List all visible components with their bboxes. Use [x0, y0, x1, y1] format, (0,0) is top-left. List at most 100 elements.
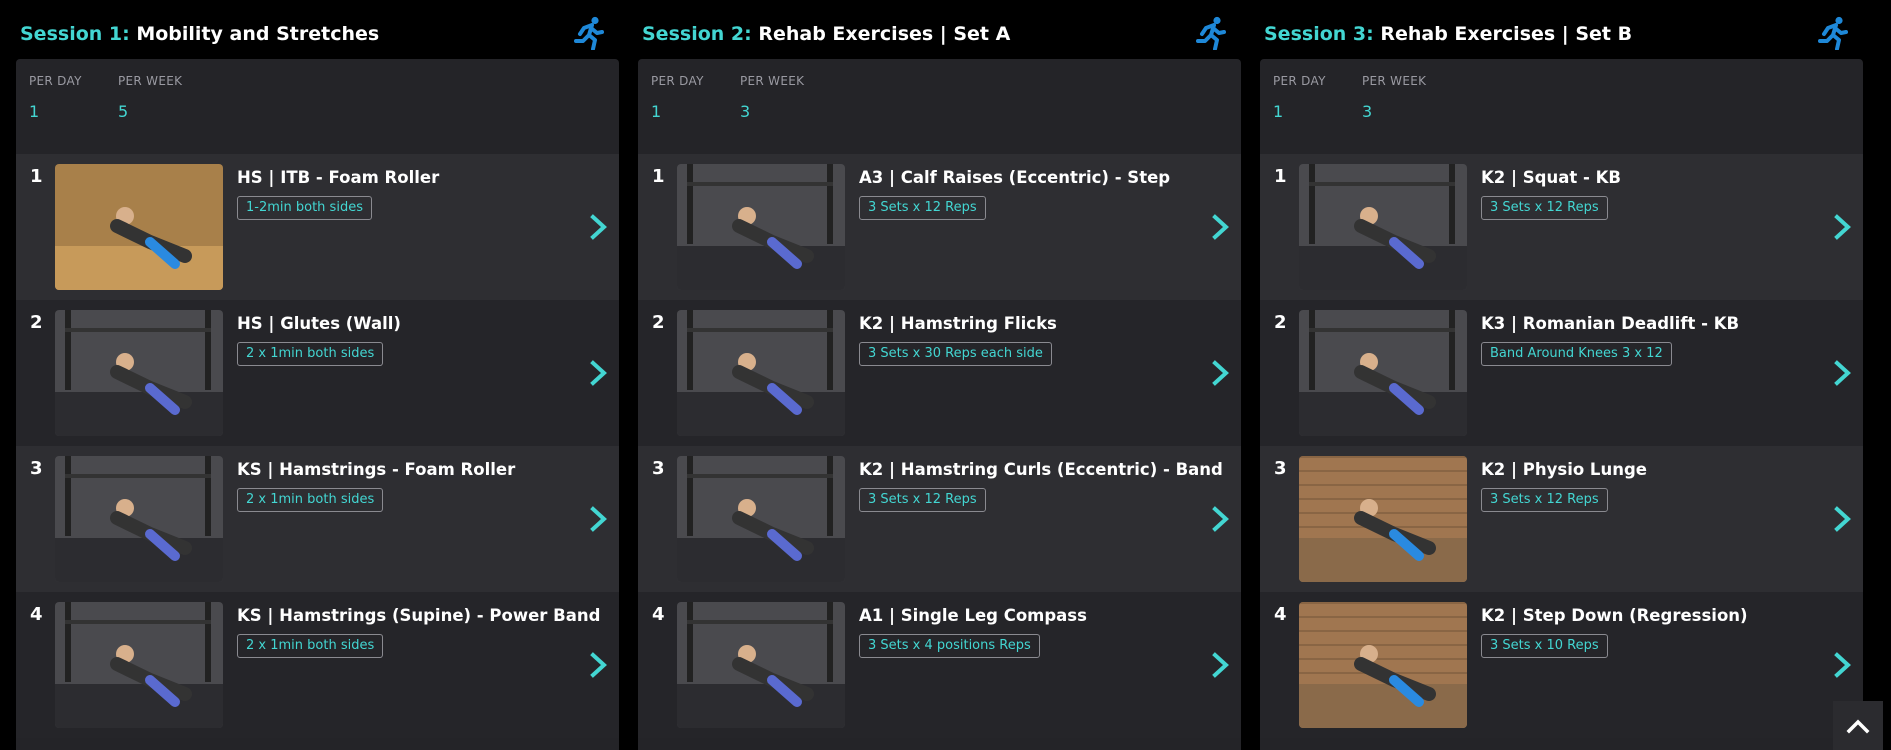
- exercise-thumbnail[interactable]: [677, 602, 845, 728]
- per-day-label: PER DAY: [29, 74, 82, 88]
- chevron-right-icon[interactable]: [1209, 212, 1233, 242]
- session-panel: PER DAY 1 PER WEEK 3 1 K2 | Squat - KB 3…: [1260, 59, 1863, 750]
- session-number: Session 1:: [20, 23, 130, 45]
- exercise-prescription-badge: 3 Sets x 30 Reps each side: [859, 342, 1052, 366]
- exercise-item[interactable]: 4 A1 | Single Leg Compass 3 Sets x 4 pos…: [638, 592, 1241, 738]
- per-week-label: PER WEEK: [740, 74, 805, 88]
- exercise-prescription-badge: 3 Sets x 12 Reps: [1481, 488, 1608, 512]
- exercise-name[interactable]: HS | Glutes (Wall): [237, 314, 401, 333]
- frequency-section: PER DAY 1 PER WEEK 3: [1260, 59, 1863, 154]
- chevron-right-icon[interactable]: [1831, 504, 1855, 534]
- exercise-thumbnail[interactable]: [1299, 310, 1467, 436]
- exercise-item[interactable]: 3 K2 | Physio Lunge 3 Sets x 12 Reps: [1260, 446, 1863, 592]
- exercise-index: 2: [30, 312, 43, 333]
- exercise-item[interactable]: 4 K2 | Step Down (Regression) 3 Sets x 1…: [1260, 592, 1863, 738]
- per-day-label: PER DAY: [1273, 74, 1326, 88]
- exercise-prescription-badge: 3 Sets x 12 Reps: [1481, 196, 1608, 220]
- session-panel: PER DAY 1 PER WEEK 5 1 HS | ITB - Foam R…: [16, 59, 619, 750]
- per-day-value: 1: [1273, 102, 1284, 121]
- session-header: Session 2: Rehab Exercises | Set A: [638, 0, 1241, 59]
- chevron-right-icon[interactable]: [587, 212, 611, 242]
- exercise-name[interactable]: K2 | Physio Lunge: [1481, 460, 1647, 479]
- session-header: Session 1: Mobility and Stretches: [16, 0, 619, 59]
- exercise-prescription-badge: 3 Sets x 12 Reps: [859, 196, 986, 220]
- chevron-right-icon[interactable]: [587, 504, 611, 534]
- per-week-value: 5: [118, 102, 129, 121]
- exercise-item[interactable]: 1 HS | ITB - Foam Roller 1-2min both sid…: [16, 154, 619, 300]
- exercise-thumbnail[interactable]: [677, 456, 845, 582]
- exercise-thumbnail[interactable]: [677, 164, 845, 290]
- exercise-name[interactable]: K3 | Romanian Deadlift - KB: [1481, 314, 1739, 333]
- exercise-name[interactable]: K2 | Squat - KB: [1481, 168, 1621, 187]
- session-title: Session 2: Rehab Exercises | Set A: [642, 22, 1010, 46]
- exercise-index: 4: [30, 604, 43, 625]
- chevron-right-icon[interactable]: [1831, 358, 1855, 388]
- exercise-item[interactable]: 2 K3 | Romanian Deadlift - KB Band Aroun…: [1260, 300, 1863, 446]
- exercise-index: 2: [652, 312, 665, 333]
- session-3: Session 3: Rehab Exercises | Set B PER D…: [1260, 0, 1863, 750]
- exercise-index: 1: [652, 166, 665, 187]
- per-day: PER DAY 1: [651, 74, 704, 121]
- per-day: PER DAY 1: [29, 74, 82, 121]
- chevron-right-icon[interactable]: [1209, 650, 1233, 680]
- sessions-container: Session 1: Mobility and Stretches PER DA…: [0, 0, 1891, 750]
- exercise-name[interactable]: KS | Hamstrings (Supine) - Power Band: [237, 606, 600, 625]
- exercise-prescription-badge: 1-2min both sides: [237, 196, 372, 220]
- exercise-thumbnail[interactable]: [1299, 602, 1467, 728]
- session-name: Mobility and Stretches: [136, 23, 380, 45]
- exercise-name[interactable]: K2 | Hamstring Flicks: [859, 314, 1057, 333]
- exercise-name[interactable]: KS | Hamstrings - Foam Roller: [237, 460, 515, 479]
- chevron-right-icon[interactable]: [587, 358, 611, 388]
- exercise-prescription-badge: 3 Sets x 12 Reps: [859, 488, 986, 512]
- exercise-name[interactable]: A1 | Single Leg Compass: [859, 606, 1087, 625]
- running-person-icon: [1818, 16, 1848, 50]
- session-header: Session 3: Rehab Exercises | Set B: [1260, 0, 1863, 59]
- chevron-right-icon[interactable]: [1209, 504, 1233, 534]
- exercise-item[interactable]: 2 HS | Glutes (Wall) 2 x 1min both sides: [16, 300, 619, 446]
- exercise-name[interactable]: K2 | Step Down (Regression): [1481, 606, 1748, 625]
- exercise-thumbnail[interactable]: [55, 164, 223, 290]
- exercise-thumbnail[interactable]: [677, 310, 845, 436]
- exercise-item[interactable]: 3 K2 | Hamstring Curls (Eccentric) - Ban…: [638, 446, 1241, 592]
- exercise-thumbnail[interactable]: [1299, 456, 1467, 582]
- session-title: Session 3: Rehab Exercises | Set B: [1264, 22, 1632, 46]
- exercise-index: 1: [30, 166, 43, 187]
- session-name: Rehab Exercises | Set A: [758, 23, 1011, 45]
- exercise-index: 3: [652, 458, 665, 479]
- frequency-section: PER DAY 1 PER WEEK 3: [638, 59, 1241, 154]
- exercise-item[interactable]: 1 K2 | Squat - KB 3 Sets x 12 Reps: [1260, 154, 1863, 300]
- exercise-prescription-badge: 3 Sets x 4 positions Reps: [859, 634, 1040, 658]
- per-week-label: PER WEEK: [1362, 74, 1427, 88]
- chevron-right-icon[interactable]: [1831, 650, 1855, 680]
- running-person-icon: [574, 16, 604, 50]
- exercise-index: 3: [30, 458, 43, 479]
- exercise-item[interactable]: 2 K2 | Hamstring Flicks 3 Sets x 30 Reps…: [638, 300, 1241, 446]
- per-week-label: PER WEEK: [118, 74, 183, 88]
- per-week: PER WEEK 3: [1362, 74, 1426, 121]
- per-week-value: 3: [1362, 102, 1373, 121]
- exercise-index: 4: [652, 604, 665, 625]
- exercise-prescription-badge: 2 x 1min both sides: [237, 342, 384, 366]
- exercise-thumbnail[interactable]: [55, 456, 223, 582]
- chevron-right-icon[interactable]: [1831, 212, 1855, 242]
- exercise-item[interactable]: 4 KS | Hamstrings (Supine) - Power Band …: [16, 592, 619, 738]
- exercise-item[interactable]: 1 A3 | Calf Raises (Eccentric) - Step 3 …: [638, 154, 1241, 300]
- exercise-index: 4: [1274, 604, 1287, 625]
- per-day-value: 1: [29, 102, 40, 121]
- per-day: PER DAY 1: [1273, 74, 1326, 121]
- running-person-icon: [1196, 16, 1226, 50]
- frequency-section: PER DAY 1 PER WEEK 5: [16, 59, 619, 154]
- chevron-right-icon[interactable]: [587, 650, 611, 680]
- exercise-thumbnail[interactable]: [1299, 164, 1467, 290]
- chevron-right-icon[interactable]: [1209, 358, 1233, 388]
- exercise-name[interactable]: K2 | Hamstring Curls (Eccentric) - Band: [859, 460, 1223, 479]
- exercise-name[interactable]: A3 | Calf Raises (Eccentric) - Step: [859, 168, 1170, 187]
- exercise-item[interactable]: 3 KS | Hamstrings - Foam Roller 2 x 1min…: [16, 446, 619, 592]
- exercise-prescription-badge: 2 x 1min both sides: [237, 634, 384, 658]
- exercise-thumbnail[interactable]: [55, 602, 223, 728]
- session-number: Session 2:: [642, 23, 752, 45]
- exercise-name[interactable]: HS | ITB - Foam Roller: [237, 168, 439, 187]
- exercise-thumbnail[interactable]: [55, 310, 223, 436]
- session-name: Rehab Exercises | Set B: [1380, 23, 1633, 45]
- scroll-to-top-button[interactable]: [1833, 701, 1883, 750]
